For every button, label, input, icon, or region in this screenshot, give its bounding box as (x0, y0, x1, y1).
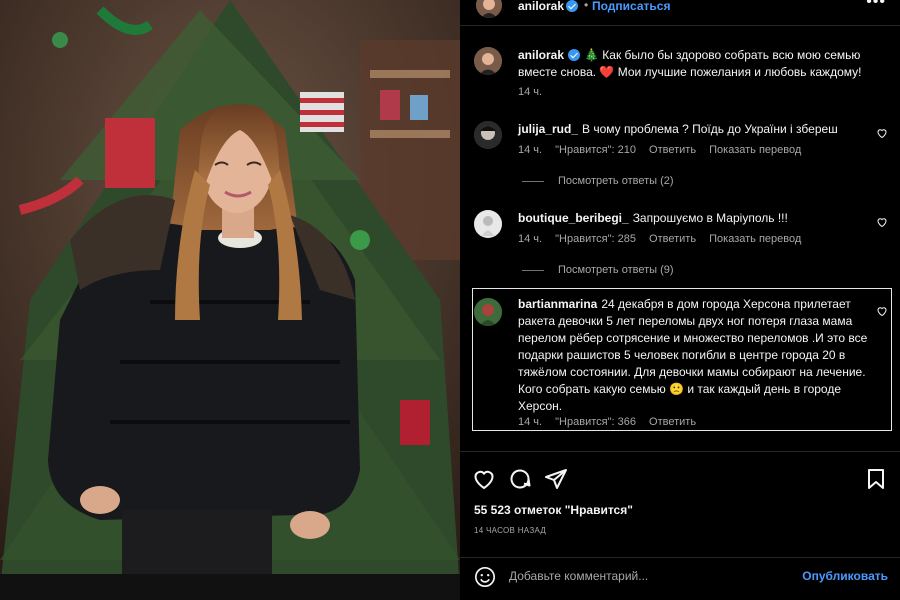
photo-image (0, 0, 460, 600)
add-comment-bar: Добавьте комментарий... Опубликовать (460, 557, 900, 600)
more-options-icon[interactable]: ••• (866, 0, 886, 11)
comment-username[interactable]: boutique_beribegi_ (518, 211, 629, 225)
share-icon[interactable] (544, 467, 568, 491)
verified-badge-icon (566, 0, 578, 12)
publish-button[interactable]: Опубликовать (802, 569, 888, 583)
emoji-icon[interactable] (474, 566, 496, 588)
translate-button[interactable]: Показать перевод (709, 144, 801, 156)
comment-time: 14 ч. (518, 233, 543, 245)
caption-meta: 14 ч. (518, 86, 552, 98)
reply-button[interactable]: Ответить (649, 144, 696, 156)
replies-line (522, 269, 544, 271)
caption-time: 14 ч. (518, 86, 543, 98)
view-replies-button[interactable]: Посмотреть ответы (9) (522, 264, 674, 276)
bookmark-icon[interactable] (864, 467, 888, 491)
post-time-ago[interactable]: 14 ЧАСОВ НАЗАД (474, 526, 546, 535)
view-replies-label: Посмотреть ответы (2) (558, 175, 674, 187)
highlighted-comment-frame (472, 288, 892, 431)
author-avatar[interactable] (476, 0, 502, 18)
comment-meta: 14 ч. "Нравится": 285 Ответить Показать … (518, 233, 811, 245)
header-separator: • (584, 0, 589, 12)
comment-likes[interactable]: "Нравится": 210 (555, 144, 636, 156)
commenter-avatar[interactable] (474, 121, 502, 149)
comment-text: Запрошуємо в Маріуполь !!! (632, 211, 788, 225)
comment-like-heart-icon[interactable] (876, 127, 888, 139)
author-username[interactable]: anilorak (518, 0, 564, 13)
replies-line (522, 180, 544, 182)
post-header: anilorak • Подписаться ••• (460, 0, 900, 26)
likes-count[interactable]: 55 523 отметок "Нравится" (474, 503, 633, 517)
caption-username[interactable]: anilorak (518, 48, 564, 62)
comment-like-heart-icon[interactable] (876, 216, 888, 228)
reply-button[interactable]: Ответить (649, 233, 696, 245)
comment-time: 14 ч. (518, 144, 543, 156)
caption-avatar[interactable] (474, 47, 502, 75)
caption-body: anilorak 🎄 Как было бы здорово собрать вс… (518, 47, 878, 81)
view-replies-button[interactable]: Посмотреть ответы (2) (522, 175, 674, 187)
comment-likes[interactable]: "Нравится": 285 (555, 233, 636, 245)
comment-input[interactable]: Добавьте комментарий... (509, 569, 648, 583)
follow-button[interactable]: Подписаться (592, 0, 670, 13)
verified-badge-icon (568, 49, 581, 61)
comment-username[interactable]: julija_rud_ (518, 122, 578, 136)
heart-icon[interactable] (472, 467, 496, 491)
comment-icon[interactable] (508, 467, 532, 491)
comment-body: boutique_beribegi_ Запрошуємо в Маріуполь… (518, 210, 878, 227)
photo-bottom-strip (0, 574, 460, 600)
view-replies-label: Посмотреть ответы (9) (558, 264, 674, 276)
post-photo[interactable] (0, 0, 460, 600)
comment-text: В чому проблема ? Поїдь до України і збе… (582, 122, 838, 136)
comment-body: julija_rud_ В чому проблема ? Поїдь до Ук… (518, 121, 878, 138)
translate-button[interactable]: Показать перевод (709, 233, 801, 245)
comment-meta: 14 ч. "Нравится": 210 Ответить Показать … (518, 144, 811, 156)
commenter-avatar[interactable] (474, 210, 502, 238)
